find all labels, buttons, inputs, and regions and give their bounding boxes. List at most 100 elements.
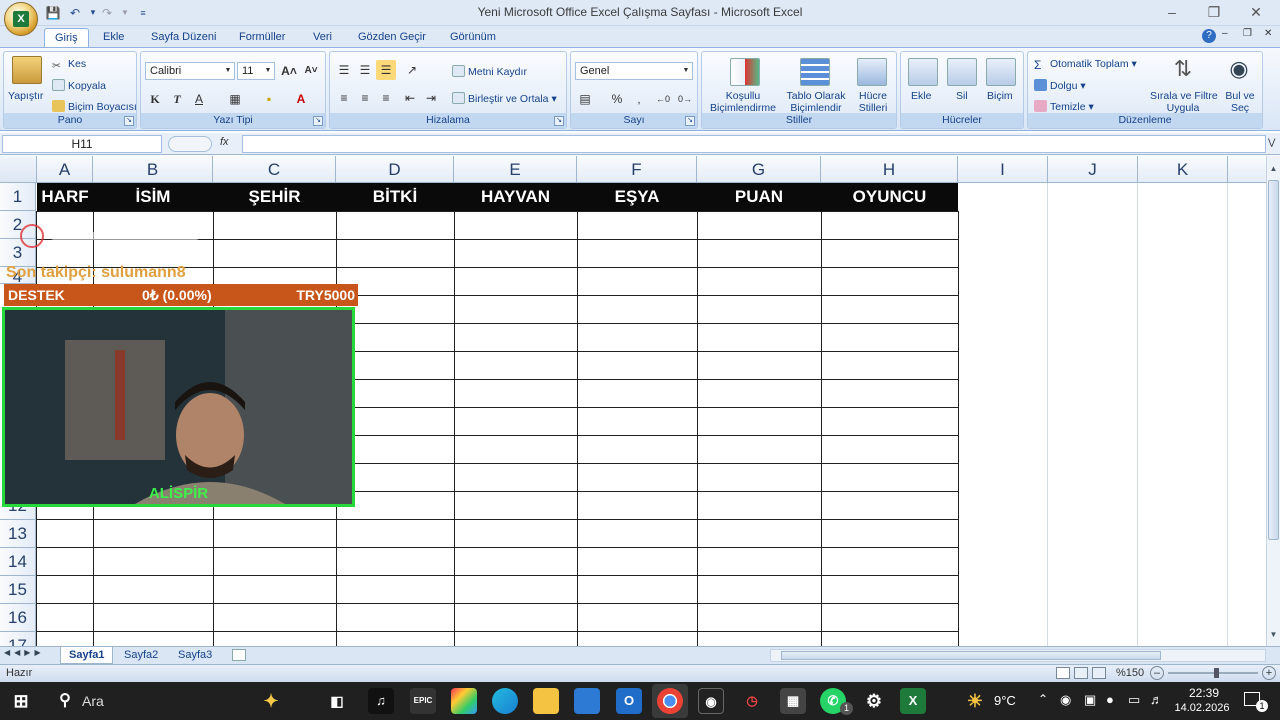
cell-styles-button[interactable]: Hücre Stilleri <box>852 90 894 114</box>
borders-icon[interactable]: ▦ <box>225 89 245 109</box>
font-size-box[interactable]: 11 ▼ <box>237 62 275 80</box>
tiktok-icon[interactable]: ♫ <box>368 688 394 714</box>
sort-filter-button[interactable]: Sırala ve Filtre Uygula <box>1150 90 1218 114</box>
name-box[interactable]: H11 <box>2 135 162 153</box>
align-top-icon[interactable]: ☰ <box>334 60 354 80</box>
search-icon[interactable]: ⚲ <box>52 688 78 714</box>
wrap-text-button[interactable]: Metni Kaydır <box>452 65 527 78</box>
sheet-tab-sayfa1[interactable]: Sayfa1 <box>60 647 114 664</box>
scroll-up-icon[interactable]: ▲ <box>1268 164 1279 176</box>
tab-formuller[interactable]: Formüller <box>229 28 295 48</box>
horizontal-scrollbar[interactable] <box>770 649 1266 662</box>
format-painter-button[interactable]: Biçim Boyacısı <box>52 100 137 113</box>
find-select-button[interactable]: Bul ve Seç <box>1220 90 1260 114</box>
header-cell-puan[interactable]: PUAN <box>697 183 821 211</box>
store-icon[interactable] <box>574 688 600 714</box>
page-layout-view-icon[interactable] <box>1074 667 1088 679</box>
sheet-tab-sayfa3[interactable]: Sayfa3 <box>170 647 220 664</box>
edge-icon[interactable] <box>492 688 518 714</box>
camera-icon[interactable]: ▣ <box>1084 692 1096 708</box>
network-icon[interactable]: ▭ <box>1128 692 1140 708</box>
scroll-down-icon[interactable]: ▼ <box>1268 630 1279 642</box>
tab-ekle[interactable]: Ekle <box>93 28 134 48</box>
sheet-nav-icons[interactable]: ◀◀▶▶ <box>4 648 45 657</box>
file-explorer-icon[interactable] <box>533 688 559 714</box>
percent-icon[interactable]: % <box>607 89 627 109</box>
fill-color-icon[interactable]: ▪ <box>259 89 279 109</box>
restore-button[interactable]: ❐ <box>1194 2 1234 22</box>
cut-button[interactable]: ✂ Kes <box>52 58 86 72</box>
header-cell-esya[interactable]: EŞYA <box>577 183 697 211</box>
zoom-out-icon[interactable]: – <box>1150 666 1164 680</box>
undo-icon[interactable]: ↶ <box>66 4 84 22</box>
col-header-j[interactable]: J <box>1048 156 1138 183</box>
align-right-icon[interactable]: ≡ <box>376 88 396 108</box>
sheet-tab-sayfa2[interactable]: Sayfa2 <box>116 647 166 664</box>
h-scroll-thumb[interactable] <box>781 651 1161 660</box>
col-header-g[interactable]: G <box>697 156 821 183</box>
header-cell-isim[interactable]: İSİM <box>93 183 213 211</box>
header-cell-oyuncu[interactable]: OYUNCU <box>821 183 958 211</box>
normal-view-icon[interactable] <box>1056 667 1070 679</box>
save-icon[interactable]: 💾 <box>44 4 62 22</box>
customize-qat-icon[interactable]: ≡ <box>134 4 152 22</box>
col-header-h[interactable]: H <box>821 156 958 183</box>
minimize-button[interactable]: – <box>1152 2 1192 22</box>
tab-sayfa-duzeni[interactable]: Sayfa Düzeni <box>141 28 226 48</box>
expand-formula-icon[interactable]: ⋁ <box>1268 137 1275 148</box>
align-center-icon[interactable]: ≡ <box>355 88 375 108</box>
taskbar-search[interactable]: Ara <box>82 693 104 709</box>
scroll-thumb[interactable] <box>1268 180 1279 540</box>
clock-date[interactable]: 14.02.2026 <box>1170 702 1234 714</box>
clear-button[interactable]: Temizle ▾ <box>1034 100 1094 113</box>
col-header-f[interactable]: F <box>577 156 697 183</box>
header-cell-harf[interactable]: HARF <box>37 183 93 211</box>
row-header-13[interactable]: 13 <box>0 520 36 548</box>
font-name-box[interactable]: Calibri ▼ <box>145 62 235 80</box>
copilot-sparkle-icon[interactable]: ✦ <box>258 688 284 714</box>
grow-font-icon[interactable]: A˄ <box>279 61 299 81</box>
number-format-box[interactable]: Genel ▼ <box>575 62 693 80</box>
doc-close-icon[interactable]: ✕ <box>1264 28 1272 39</box>
insert-function-button[interactable]: fx <box>220 136 240 152</box>
col-header-i[interactable]: I <box>958 156 1048 183</box>
windows-start-icon[interactable]: ⊞ <box>8 688 34 714</box>
tab-gorunum[interactable]: Görünüm <box>440 28 506 48</box>
decrease-decimal-icon[interactable]: 0→ <box>675 89 695 109</box>
comma-icon[interactable]: ‚ <box>629 89 649 109</box>
page-break-view-icon[interactable] <box>1092 667 1106 679</box>
alignment-launcher-icon[interactable]: ↘ <box>554 116 564 126</box>
speedtest-icon[interactable]: ◷ <box>739 688 765 714</box>
tab-veri[interactable]: Veri <box>303 28 342 48</box>
underline-icon[interactable]: A <box>189 89 209 109</box>
row-header-15[interactable]: 15 <box>0 576 36 604</box>
zoom-slider-thumb[interactable] <box>1214 668 1219 678</box>
col-header-a[interactable]: A <box>37 156 93 183</box>
header-cell-bitki[interactable]: BİTKİ <box>336 183 454 211</box>
tab-giris[interactable]: Giriş <box>44 28 89 48</box>
col-header-c[interactable]: C <box>213 156 336 183</box>
doc-minimize-icon[interactable]: – <box>1222 28 1228 39</box>
format-cells-button[interactable]: Biçim <box>987 90 1013 102</box>
copy-button[interactable]: Kopyala <box>52 79 106 92</box>
tray-chevron-icon[interactable]: ⌃ <box>1038 692 1048 706</box>
col-header-k[interactable]: K <box>1138 156 1228 183</box>
obs-icon[interactable]: ◉ <box>698 688 724 714</box>
select-all-corner[interactable] <box>0 156 37 183</box>
weather-temp[interactable]: 9°C <box>994 693 1016 708</box>
outlook-icon[interactable]: O <box>616 688 642 714</box>
format-table-button[interactable]: Tablo Olarak Biçimlendir <box>784 90 848 114</box>
row-header-1[interactable]: 1 <box>0 183 36 211</box>
orientation-icon[interactable]: ↗ <box>402 60 422 80</box>
increase-indent-icon[interactable]: ⇥ <box>421 88 441 108</box>
microphone-icon[interactable]: ● <box>1106 692 1114 707</box>
conditional-format-button[interactable]: Koşullu Biçimlendirme <box>706 90 780 114</box>
currency-icon[interactable]: ▤ <box>575 89 595 109</box>
row-header-17[interactable]: 17 <box>0 632 36 646</box>
vertical-scrollbar[interactable]: ▲ ▼ <box>1266 156 1280 646</box>
italic-icon[interactable]: T <box>167 89 187 109</box>
col-header-e[interactable]: E <box>454 156 577 183</box>
chrome-icon[interactable] <box>657 688 683 714</box>
font-color-icon[interactable]: A <box>291 89 311 109</box>
delete-cells-button[interactable]: Sil <box>956 90 968 102</box>
